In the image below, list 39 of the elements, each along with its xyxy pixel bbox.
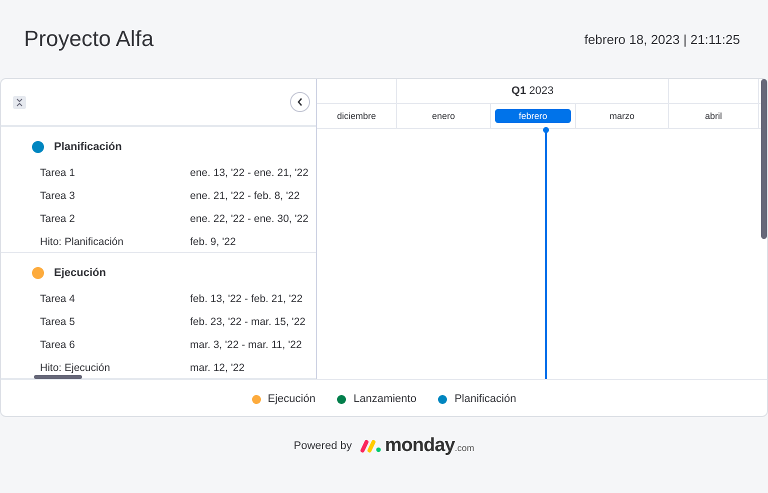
brand-suffix: .com bbox=[454, 443, 474, 453]
horizontal-scrollbar[interactable] bbox=[34, 375, 82, 379]
date-time: febrero 18, 2023 | 21:11:25 bbox=[584, 32, 740, 46]
month-label[interactable]: enero bbox=[401, 109, 486, 123]
task-dates: mar. 3, '22 - mar. 11, '22 bbox=[190, 338, 302, 350]
task-dates: ene. 13, '22 - ene. 21, '22 bbox=[190, 166, 308, 178]
legend-label: Lanzamiento bbox=[353, 393, 416, 405]
task-dates: ene. 21, '22 - feb. 8, '22 bbox=[190, 190, 300, 202]
task-name: Tarea 1 bbox=[40, 166, 76, 178]
task-dates: feb. 9, '22 bbox=[190, 236, 236, 248]
month-label[interactable]: diciembre bbox=[321, 109, 392, 123]
month-label[interactable]: abril bbox=[673, 109, 754, 123]
task-name: Hito: Planificación bbox=[40, 236, 124, 248]
task-name: Hito: Ejecución bbox=[40, 362, 112, 374]
group-name: Planificación bbox=[54, 141, 122, 153]
task-dates: ene. 22, '22 - ene. 30, '22 bbox=[190, 212, 308, 224]
page-title: Proyecto Alfa bbox=[24, 26, 154, 52]
chevron-left-icon bbox=[296, 97, 304, 107]
task-name: Tarea 4 bbox=[40, 292, 76, 304]
task-dates: mar. 12, '22 bbox=[190, 362, 245, 374]
task-name: Tarea 2 bbox=[40, 212, 76, 224]
collapse-icon bbox=[16, 98, 23, 106]
logo-icon bbox=[360, 439, 382, 453]
task-name: Tarea 5 bbox=[40, 316, 76, 328]
task-dates: feb. 13, '22 - feb. 21, '22 bbox=[190, 292, 303, 304]
task-name: Tarea 3 bbox=[40, 190, 76, 202]
legend-label: Ejecución bbox=[268, 393, 316, 405]
month-label[interactable]: febrero bbox=[495, 109, 571, 123]
collapse-panel-button[interactable] bbox=[290, 92, 310, 112]
powered-by-text: Powered by bbox=[294, 440, 352, 452]
group-name: Ejecución bbox=[54, 267, 106, 279]
brand-name: monday bbox=[384, 435, 455, 457]
quarter-label: Q1 2023 bbox=[511, 85, 554, 97]
vertical-scrollbar[interactable] bbox=[761, 79, 767, 239]
month-label[interactable]: marzo bbox=[580, 109, 664, 123]
task-name: Tarea 6 bbox=[40, 338, 76, 350]
collapse-all-button[interactable] bbox=[13, 96, 26, 108]
legend-label: Planificación bbox=[454, 393, 516, 405]
task-dates: feb. 23, '22 - mar. 15, '22 bbox=[190, 316, 306, 328]
